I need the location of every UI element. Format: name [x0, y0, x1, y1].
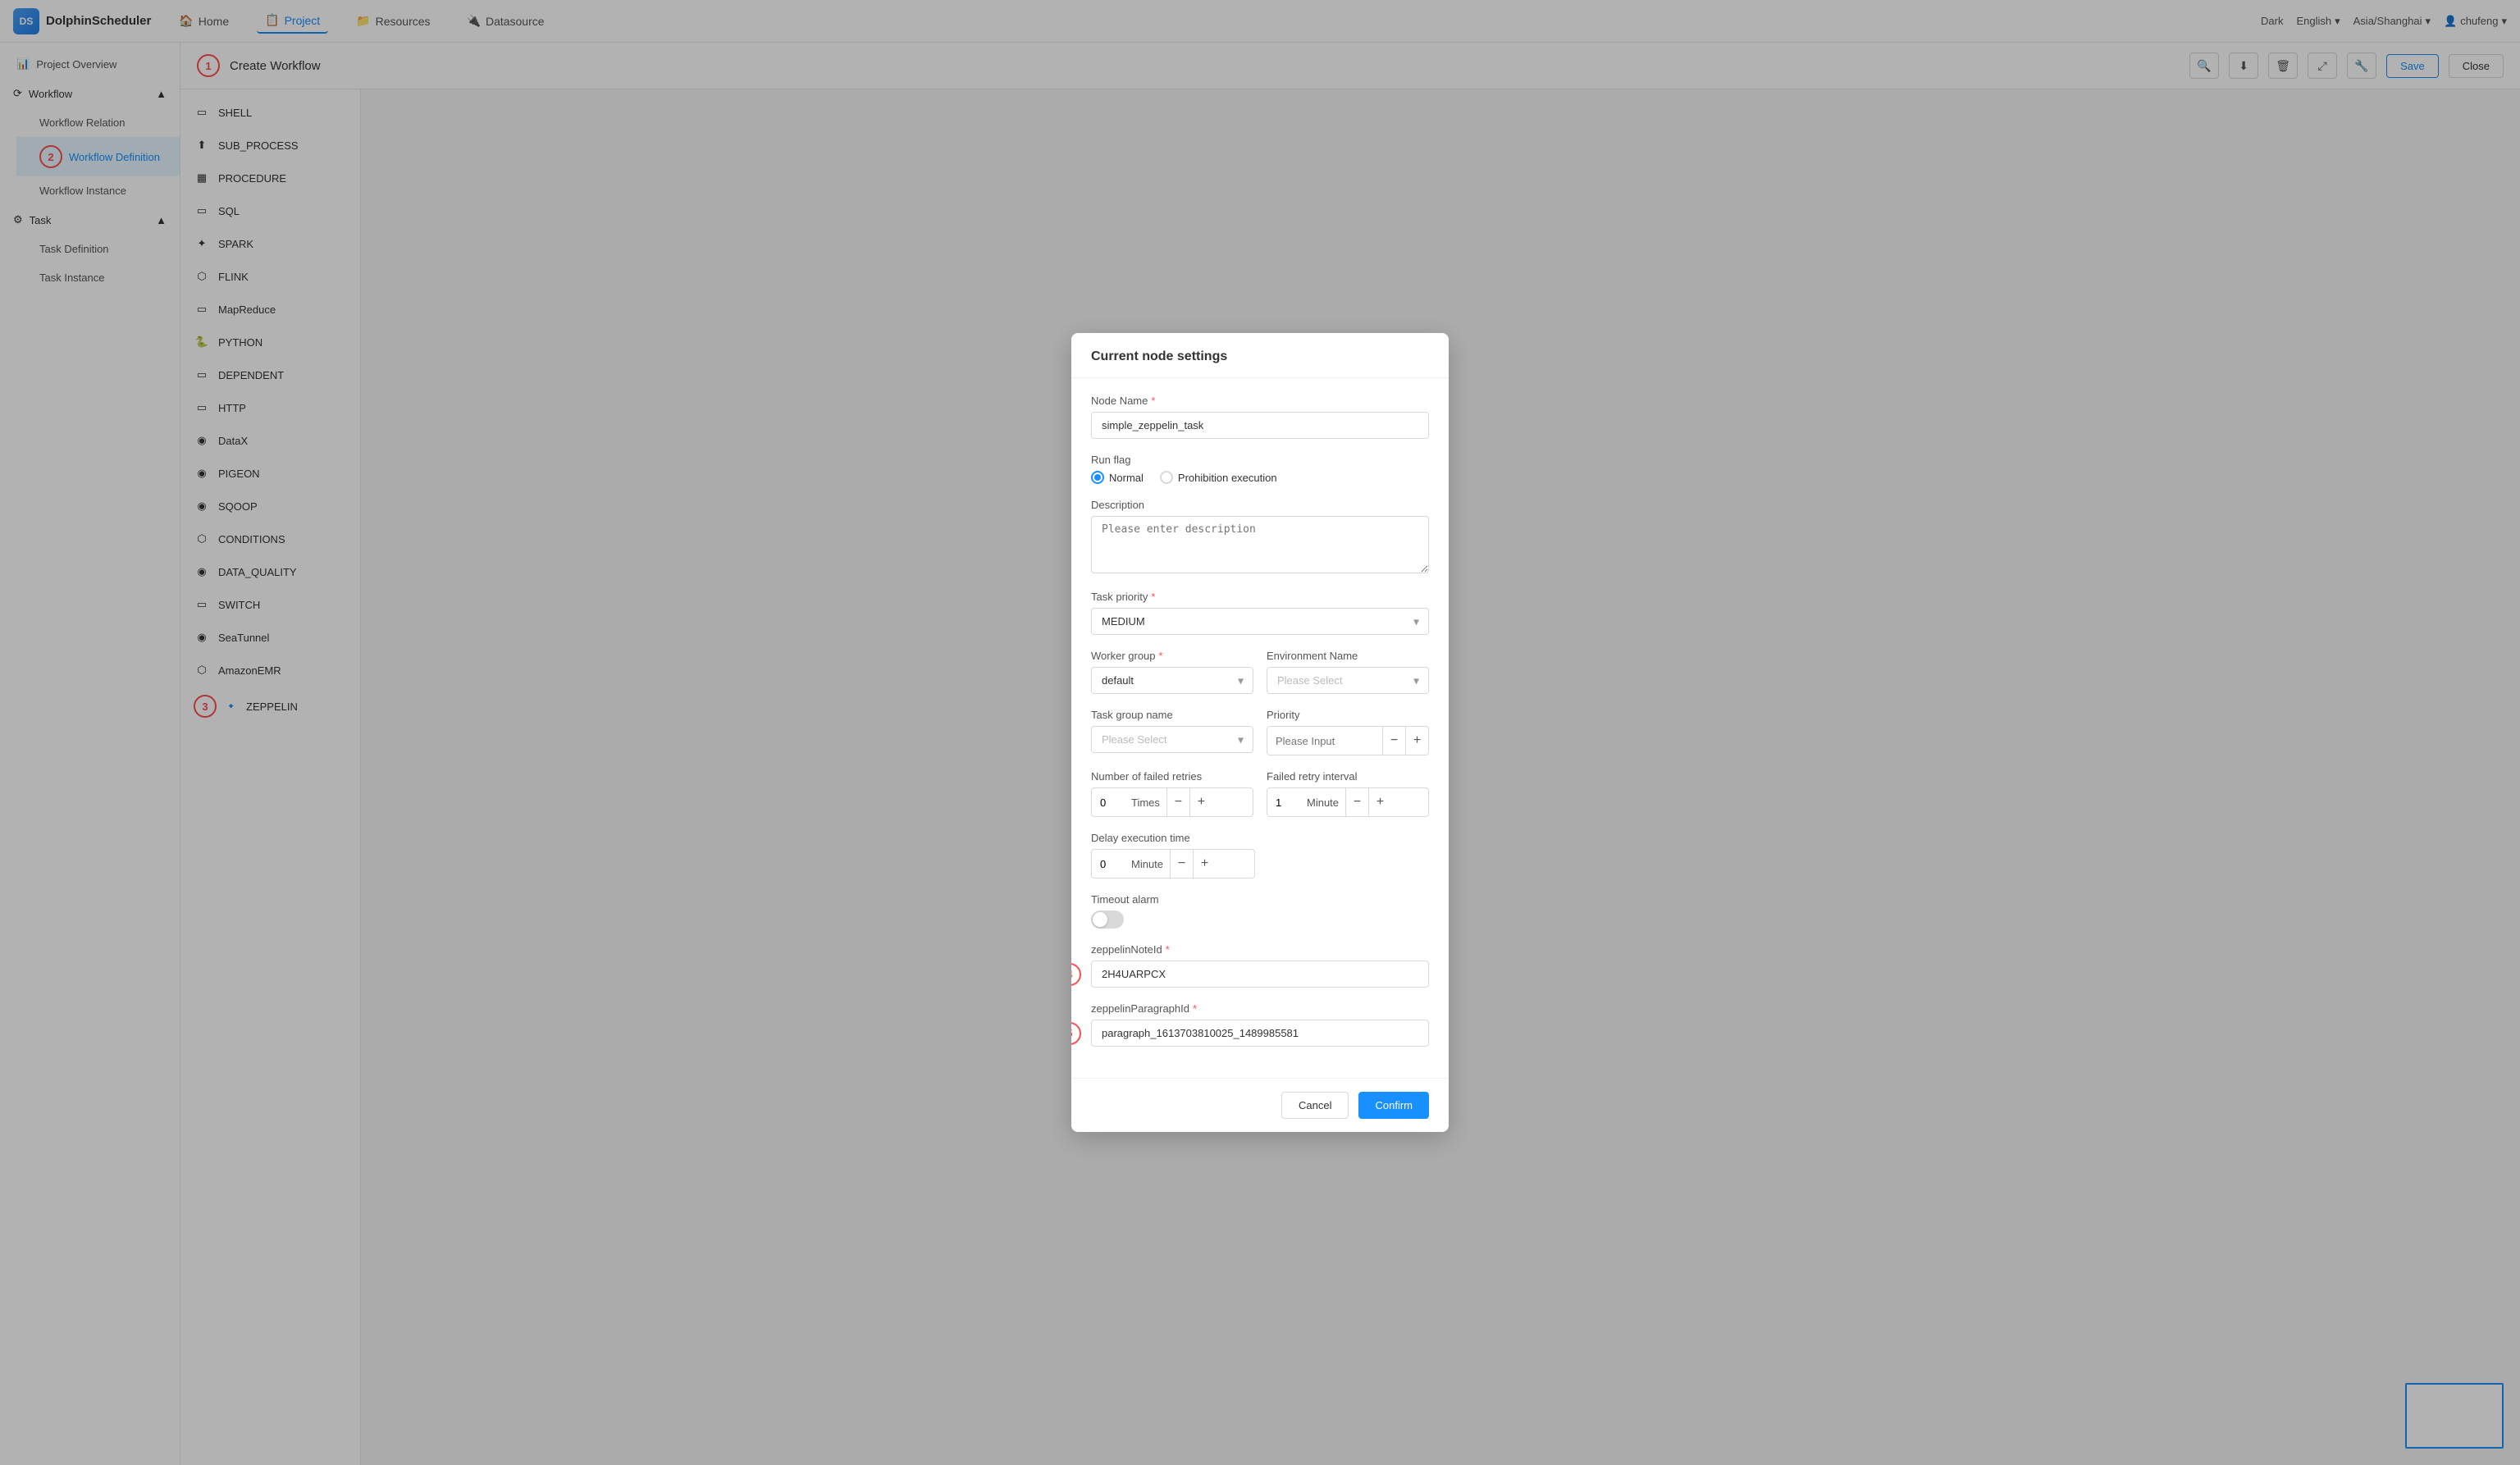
env-name-select-wrapper: Please Select	[1267, 667, 1429, 694]
priority-plus-btn[interactable]: +	[1405, 727, 1428, 755]
modal-body: Node Name * Run flag Normal Pr	[1071, 378, 1449, 1078]
timeout-alarm-label: Timeout alarm	[1091, 893, 1429, 906]
run-flag-group: Run flag Normal Prohibition execution	[1091, 454, 1429, 484]
delay-exec-input[interactable]	[1092, 851, 1125, 877]
zeppelin-note-id-group: zeppelinNoteId * 4	[1091, 943, 1429, 988]
zeppelin-para-id-group: zeppelinParagraphId * 5	[1091, 1002, 1429, 1047]
priority-input-controls: − +	[1267, 726, 1429, 755]
failed-retries-controls: Times − +	[1091, 787, 1253, 817]
timeout-alarm-group: Timeout alarm	[1091, 893, 1429, 929]
toggle-knob	[1093, 912, 1107, 927]
zeppelin-note-id-label: zeppelinNoteId *	[1091, 943, 1429, 956]
retry-interval-unit: Minute	[1300, 790, 1345, 815]
modal-dialog: Current node settings Node Name * Run fl…	[1071, 333, 1449, 1132]
delay-exec-group: Delay execution time Minute − +	[1091, 832, 1429, 879]
node-name-input[interactable]	[1091, 412, 1429, 439]
worker-group-select-wrapper: default	[1091, 667, 1253, 694]
env-name-group: Environment Name Please Select	[1267, 650, 1429, 694]
retries-minus-btn[interactable]: −	[1166, 788, 1189, 816]
timeout-alarm-toggle[interactable]	[1091, 910, 1124, 929]
task-priority-select[interactable]: MEDIUM LOWEST LOW HIGH HIGHEST	[1091, 608, 1429, 635]
retry-interval-minus-btn[interactable]: −	[1345, 788, 1368, 816]
confirm-button[interactable]: Confirm	[1358, 1092, 1429, 1119]
task-group-name-select[interactable]: Please Select	[1091, 726, 1253, 753]
retry-interval-plus-btn[interactable]: +	[1368, 788, 1391, 816]
cancel-button[interactable]: Cancel	[1281, 1092, 1349, 1119]
task-group-name-label: Task group name	[1091, 709, 1253, 721]
task-priority-label: Task priority *	[1091, 591, 1429, 603]
retry-interval-input[interactable]	[1267, 790, 1300, 815]
modal-title: Current node settings	[1091, 349, 1227, 363]
radio-normal-circle	[1091, 471, 1104, 484]
delay-exec-label: Delay execution time	[1091, 832, 1429, 844]
zeppelin-para-id-label: zeppelinParagraphId *	[1091, 1002, 1429, 1015]
delay-plus-btn[interactable]: +	[1193, 850, 1216, 878]
task-group-name-group: Task group name Please Select	[1091, 709, 1253, 755]
retry-interval-group: Failed retry interval Minute − +	[1267, 770, 1429, 817]
description-textarea[interactable]	[1091, 516, 1429, 573]
retry-interval-controls: Minute − +	[1267, 787, 1429, 817]
task-priority-select-wrapper: MEDIUM LOWEST LOW HIGH HIGHEST	[1091, 608, 1429, 635]
modal-overlay: Current node settings Node Name * Run fl…	[0, 0, 2520, 1465]
badge-4: 4	[1071, 963, 1081, 986]
priority-input[interactable]	[1267, 728, 1382, 754]
worker-group-label: Worker group *	[1091, 650, 1253, 662]
required-star: *	[1151, 395, 1155, 407]
retries-plus-btn[interactable]: +	[1189, 788, 1212, 816]
modal-footer: Cancel Confirm	[1071, 1078, 1449, 1132]
failed-retries-input[interactable]	[1092, 790, 1125, 815]
task-priority-group: Task priority * MEDIUM LOWEST LOW HIGH H…	[1091, 591, 1429, 635]
task-group-name-select-wrapper: Please Select	[1091, 726, 1253, 753]
node-name-group: Node Name *	[1091, 395, 1429, 439]
delay-minus-btn[interactable]: −	[1170, 850, 1193, 878]
env-name-select[interactable]: Please Select	[1267, 667, 1429, 694]
worker-group-select[interactable]: default	[1091, 667, 1253, 694]
failed-retries-unit: Times	[1125, 790, 1166, 815]
env-name-label: Environment Name	[1267, 650, 1429, 662]
failed-retries-group: Number of failed retries Times − +	[1091, 770, 1253, 817]
modal-header: Current node settings	[1071, 333, 1449, 378]
run-flag-radio-group: Normal Prohibition execution	[1091, 471, 1429, 484]
run-flag-label: Run flag	[1091, 454, 1429, 466]
zeppelin-note-id-input[interactable]	[1091, 961, 1429, 988]
retry-interval-label: Failed retry interval	[1267, 770, 1429, 783]
zeppelin-para-id-input[interactable]	[1091, 1020, 1429, 1047]
description-label: Description	[1091, 499, 1429, 511]
description-group: Description	[1091, 499, 1429, 576]
radio-prohibition-circle	[1160, 471, 1173, 484]
failed-retries-label: Number of failed retries	[1091, 770, 1253, 783]
task-group-priority-row: Task group name Please Select Priority	[1091, 709, 1429, 770]
delay-exec-controls: Minute − +	[1091, 849, 1255, 879]
run-flag-normal[interactable]: Normal	[1091, 471, 1144, 484]
badge-5: 5	[1071, 1022, 1081, 1045]
node-name-label: Node Name *	[1091, 395, 1429, 407]
priority-group: Priority − +	[1267, 709, 1429, 755]
worker-env-row: Worker group * default Environment Name	[1091, 650, 1429, 709]
priority-minus-btn[interactable]: −	[1382, 727, 1405, 755]
run-flag-prohibition[interactable]: Prohibition execution	[1160, 471, 1277, 484]
worker-group-group: Worker group * default	[1091, 650, 1253, 694]
retries-row: Number of failed retries Times − + Faile…	[1091, 770, 1429, 832]
priority-label: Priority	[1267, 709, 1429, 721]
delay-exec-unit: Minute	[1125, 851, 1170, 877]
